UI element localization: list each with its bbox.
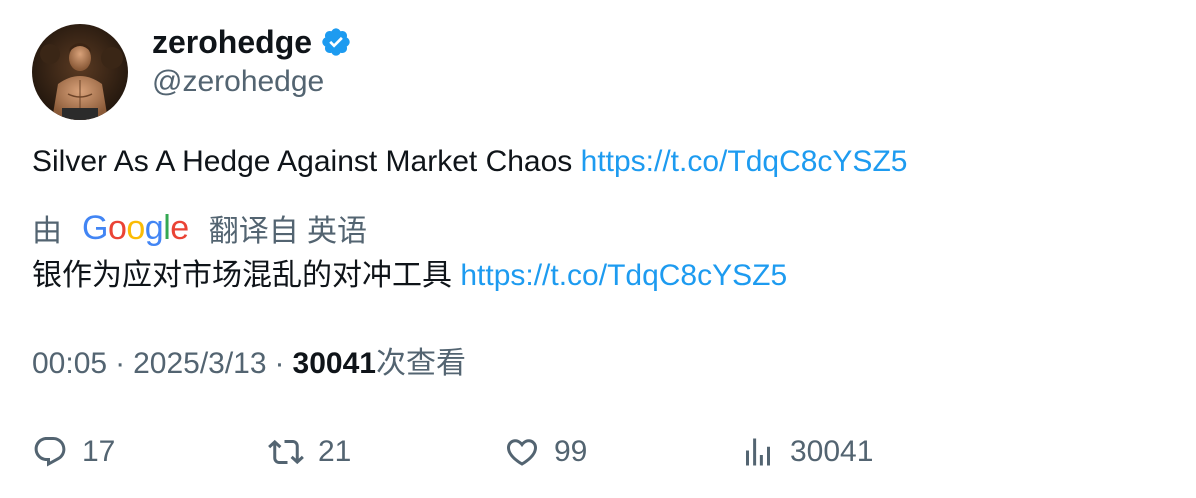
verified-badge-icon (320, 26, 352, 58)
translated-link[interactable]: https://t.co/TdqC8cYSZ5 (460, 259, 787, 292)
translated-body: 银作为应对市场混乱的对冲工具 (32, 259, 452, 292)
retweet-button[interactable]: 21 (268, 428, 351, 476)
tweet-time[interactable]: 00:05 (32, 347, 107, 380)
meta-separator-2: · (274, 347, 285, 380)
views-label: 次查看 (375, 347, 466, 380)
views-button[interactable]: 30041 (740, 428, 873, 476)
author-name-row: zerohedge (152, 22, 352, 62)
tweet-date[interactable]: 2025/3/13 (133, 347, 266, 380)
tweet-link[interactable]: https://t.co/TdqC8cYSZ5 (581, 145, 908, 178)
translated-text: 银作为应对市场混乱的对冲工具 https://t.co/TdqC8cYSZ5 (32, 256, 787, 296)
tweet-meta: 00:05 · 2025/3/13 · 30041次查看 (32, 344, 466, 384)
retweet-icon (268, 434, 304, 470)
author-avatar[interactable] (32, 24, 128, 120)
heart-icon (504, 434, 540, 470)
author-handle[interactable]: @zerohedge (152, 62, 324, 102)
analytics-bars-icon (740, 434, 776, 470)
tweet: zerohedge @zerohedge Silver As A Hedge A… (0, 0, 1196, 498)
translation-attribution: 由 Google 翻译自 英语 (32, 206, 367, 250)
avatar-image (32, 24, 128, 120)
like-count: 99 (554, 435, 588, 468)
retweet-count: 21 (318, 435, 352, 468)
reply-icon (32, 434, 68, 470)
views-action-count: 30041 (790, 435, 874, 468)
meta-separator: · (115, 347, 126, 380)
translation-from-label[interactable]: 翻译自 英语 (209, 206, 367, 250)
reply-button[interactable]: 17 (32, 428, 115, 476)
views-count: 30041 (292, 347, 376, 380)
reply-count: 17 (82, 435, 116, 468)
google-logo-icon: Google (82, 209, 189, 247)
tweet-text: Silver As A Hedge Against Market Chaos h… (32, 142, 907, 182)
action-bar: 17 21 99 30041 (0, 428, 1196, 476)
translation-by-label: 由 (32, 215, 62, 248)
author-display-name[interactable]: zerohedge (152, 22, 312, 62)
like-button[interactable]: 99 (504, 428, 587, 476)
tweet-body: Silver As A Hedge Against Market Chaos (32, 145, 573, 178)
